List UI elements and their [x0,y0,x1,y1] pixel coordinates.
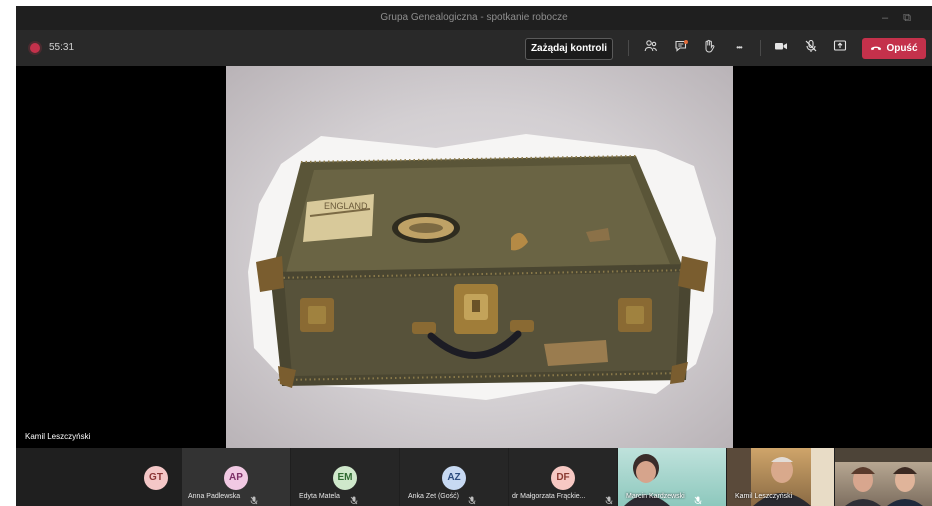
shared-content-stage: ENGLAND Kamil Leszczyński [16,66,932,448]
mic-off-icon [468,492,476,505]
participant-strip: GT AP Anna Padlewska EM Edyta Matela AZ … [16,448,932,506]
mic-off-icon [605,492,613,505]
participant-tile[interactable]: AP Anna Padlewska [182,448,290,506]
participant-avatar: AP [224,466,248,490]
participant-avatar: GT [144,466,168,490]
request-control-button[interactable]: Zażądaj kontroli [525,38,613,60]
chat-icon[interactable] [672,39,690,57]
window-title: Grupa Genealogiczna - spotkanie robocze [380,12,568,23]
participant-video-tile[interactable]: Kamil Leszczyński [727,448,834,506]
recording-indicator-icon [30,43,40,53]
participant-tile[interactable]: GT [126,448,182,506]
mic-off-icon [250,492,258,505]
participant-name: dr Małgorzata Frąckie... [512,493,586,500]
participant-avatar: DF [551,466,575,490]
camera-icon[interactable] [772,39,790,57]
participant-video-tile[interactable] [835,448,932,506]
leave-button[interactable]: Opuść [862,38,926,59]
share-screen-icon[interactable] [831,39,849,57]
participant-video-tile[interactable]: Marcin Kardzewski [618,448,726,506]
more-options-icon[interactable]: ••• [730,39,748,57]
participant-avatar: AZ [442,466,466,490]
teams-meeting-window: Grupa Genealogiczna - spotkanie robocze … [16,6,932,506]
participant-name: Edyta Matela [299,493,340,500]
toolbar-divider [628,40,629,56]
minimize-button[interactable]: – [874,6,896,30]
suitcase-photo: ENGLAND [248,134,716,400]
toolbar-divider [760,40,761,56]
participant-name: Marcin Kardzewski [626,493,685,500]
participant-name: Anna Padlewska [188,493,241,500]
participant-name: Anka Zet (Gość) [408,493,459,500]
restore-button[interactable]: ⧉ [896,6,918,30]
presenter-name-label: Kamil Leszczyński [25,432,91,441]
participant-tile[interactable]: DF dr Małgorzata Frąckie... [509,448,617,506]
participant-name: Kamil Leszczyński [735,493,793,500]
title-bar: Grupa Genealogiczna - spotkanie robocze … [16,6,932,30]
sticker-text: ENGLAND [324,201,368,211]
shared-screen-image: ENGLAND [226,66,733,448]
chat-notification-dot [684,40,688,44]
mic-off-icon [350,492,358,505]
participant-avatar: EM [333,466,357,490]
raise-hand-icon[interactable] [700,39,718,57]
meeting-toolbar: 55:31 Zażądaj kontroli ••• Opuść [16,30,932,66]
participants-icon[interactable] [642,39,660,57]
meeting-timer: 55:31 [49,42,75,53]
mic-off-icon[interactable] [802,39,820,57]
participant-tile[interactable]: AZ Anka Zet (Gość) [400,448,508,506]
mic-off-icon [694,492,702,505]
phone-hangup-icon [870,38,882,59]
participant-tile[interactable]: EM Edyta Matela [291,448,399,506]
participant-video-feed [835,448,932,506]
leave-label: Opuść [886,43,918,55]
